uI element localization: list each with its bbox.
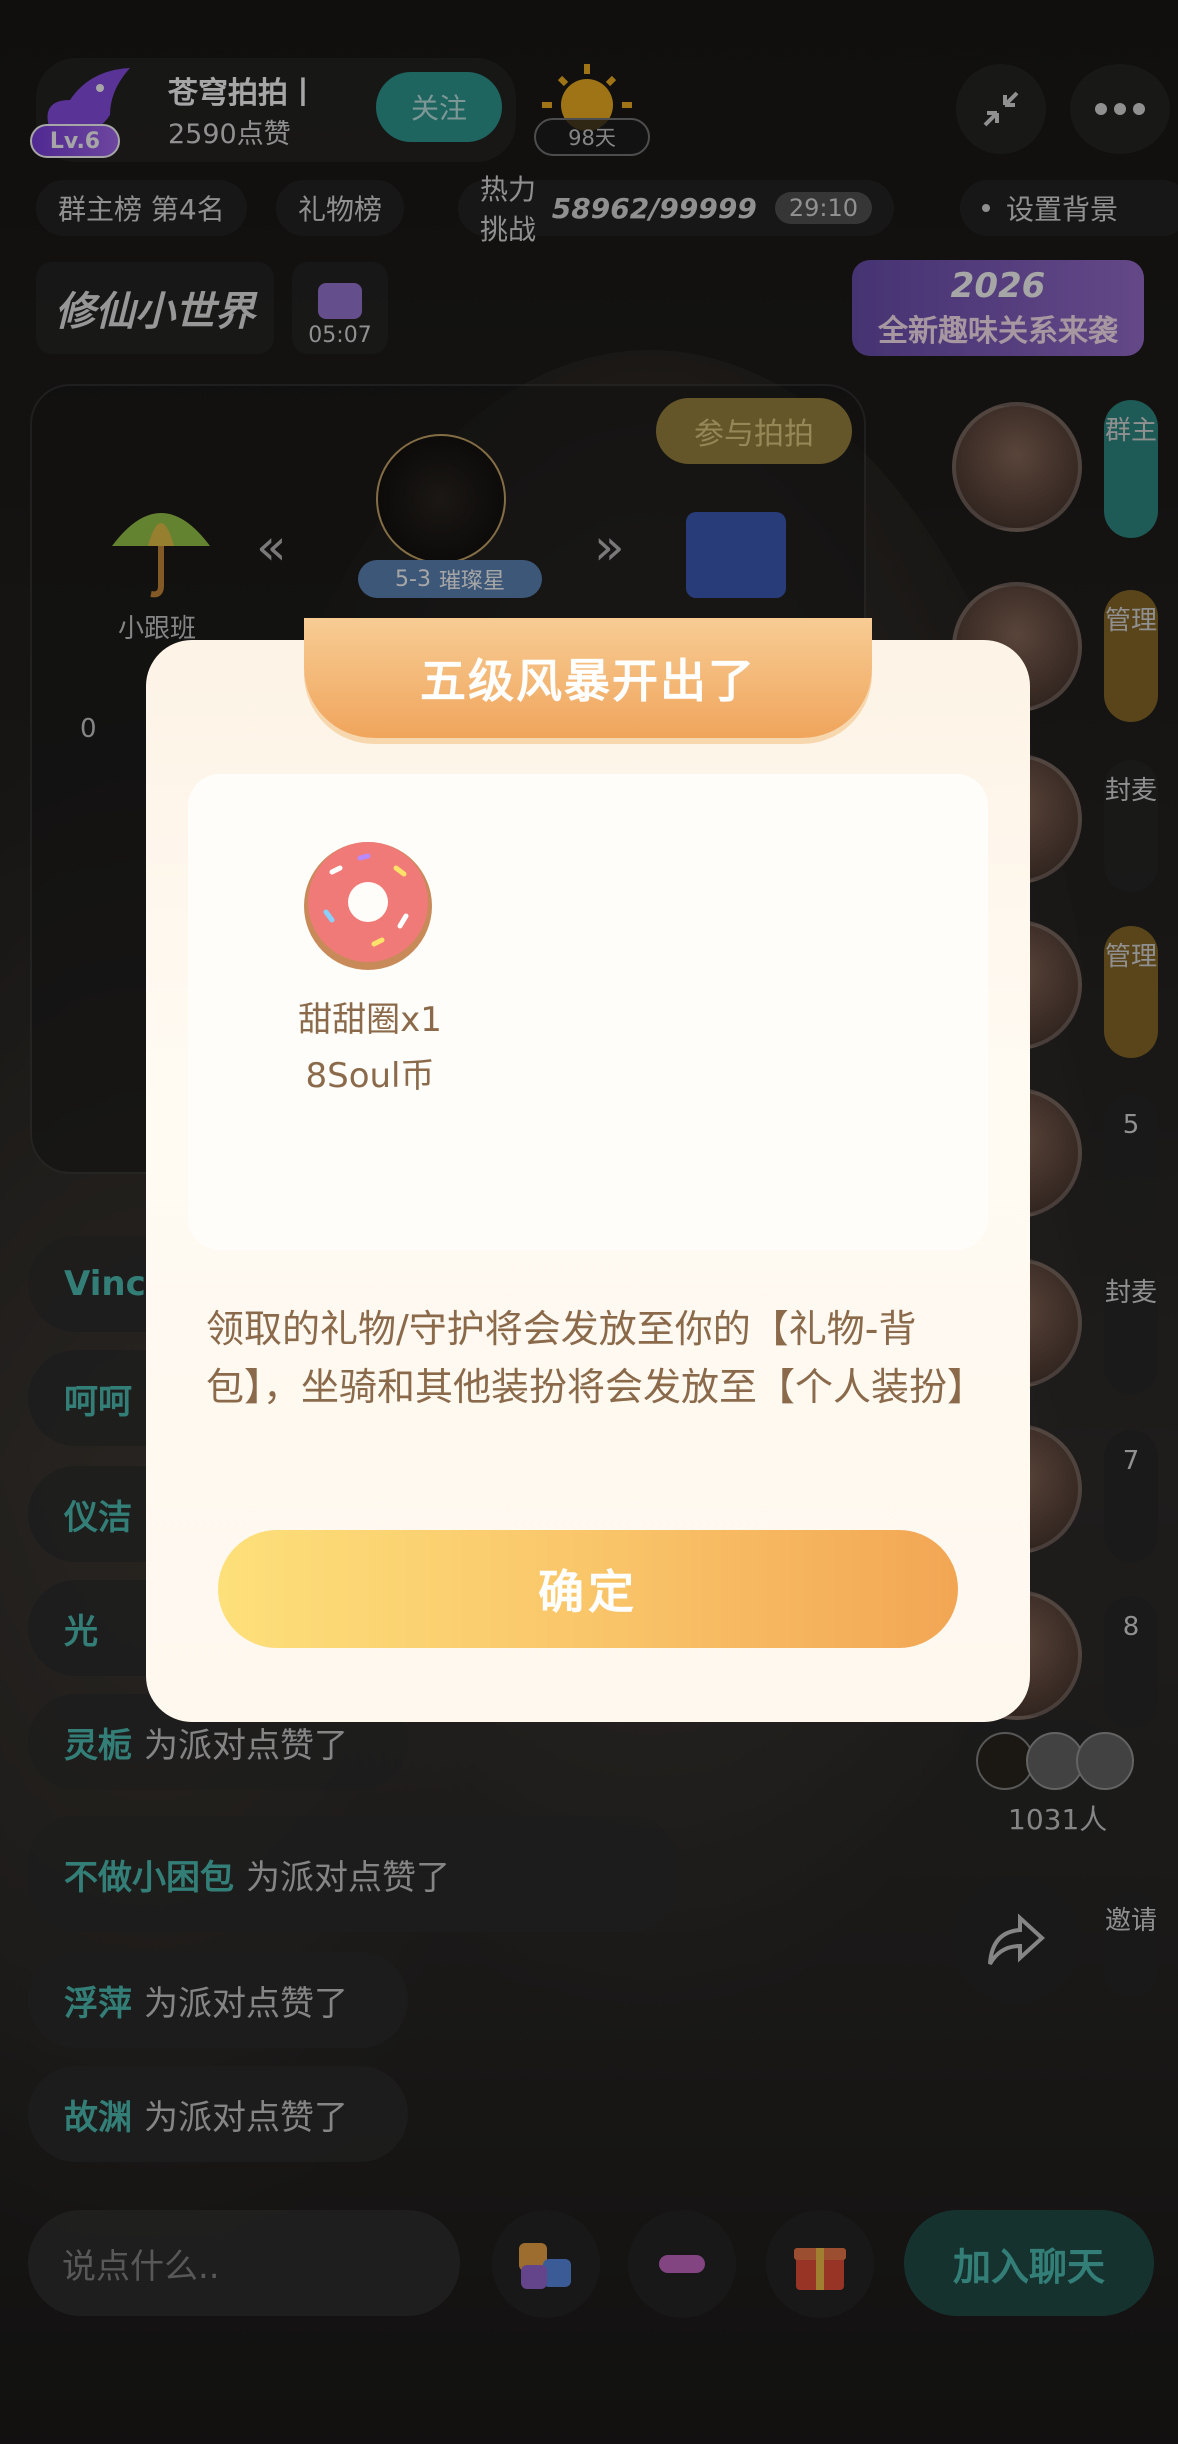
modal-title-banner: 五级风暴开出了 bbox=[304, 618, 872, 738]
modal-title: 五级风暴开出了 bbox=[420, 654, 756, 708]
reward-card: 甜甜圈x1 8Soul币 bbox=[188, 774, 988, 1250]
gift-price: 8Soul币 bbox=[305, 1056, 435, 1096]
confirm-button[interactable]: 确定 bbox=[218, 1530, 958, 1648]
reward-modal: 五级风暴开出了 甜甜圈x1 8Soul币 领取的礼物/守护将会发放至你的【礼物-… bbox=[146, 618, 1030, 1722]
reward-note: 领取的礼物/守护将会发放至你的【礼物-背包】，坐骑和其他装扮将会发放至【个人装扮… bbox=[206, 1307, 986, 1409]
gift-name: 甜甜圈x1 bbox=[298, 1000, 442, 1040]
donut-icon bbox=[304, 842, 432, 970]
